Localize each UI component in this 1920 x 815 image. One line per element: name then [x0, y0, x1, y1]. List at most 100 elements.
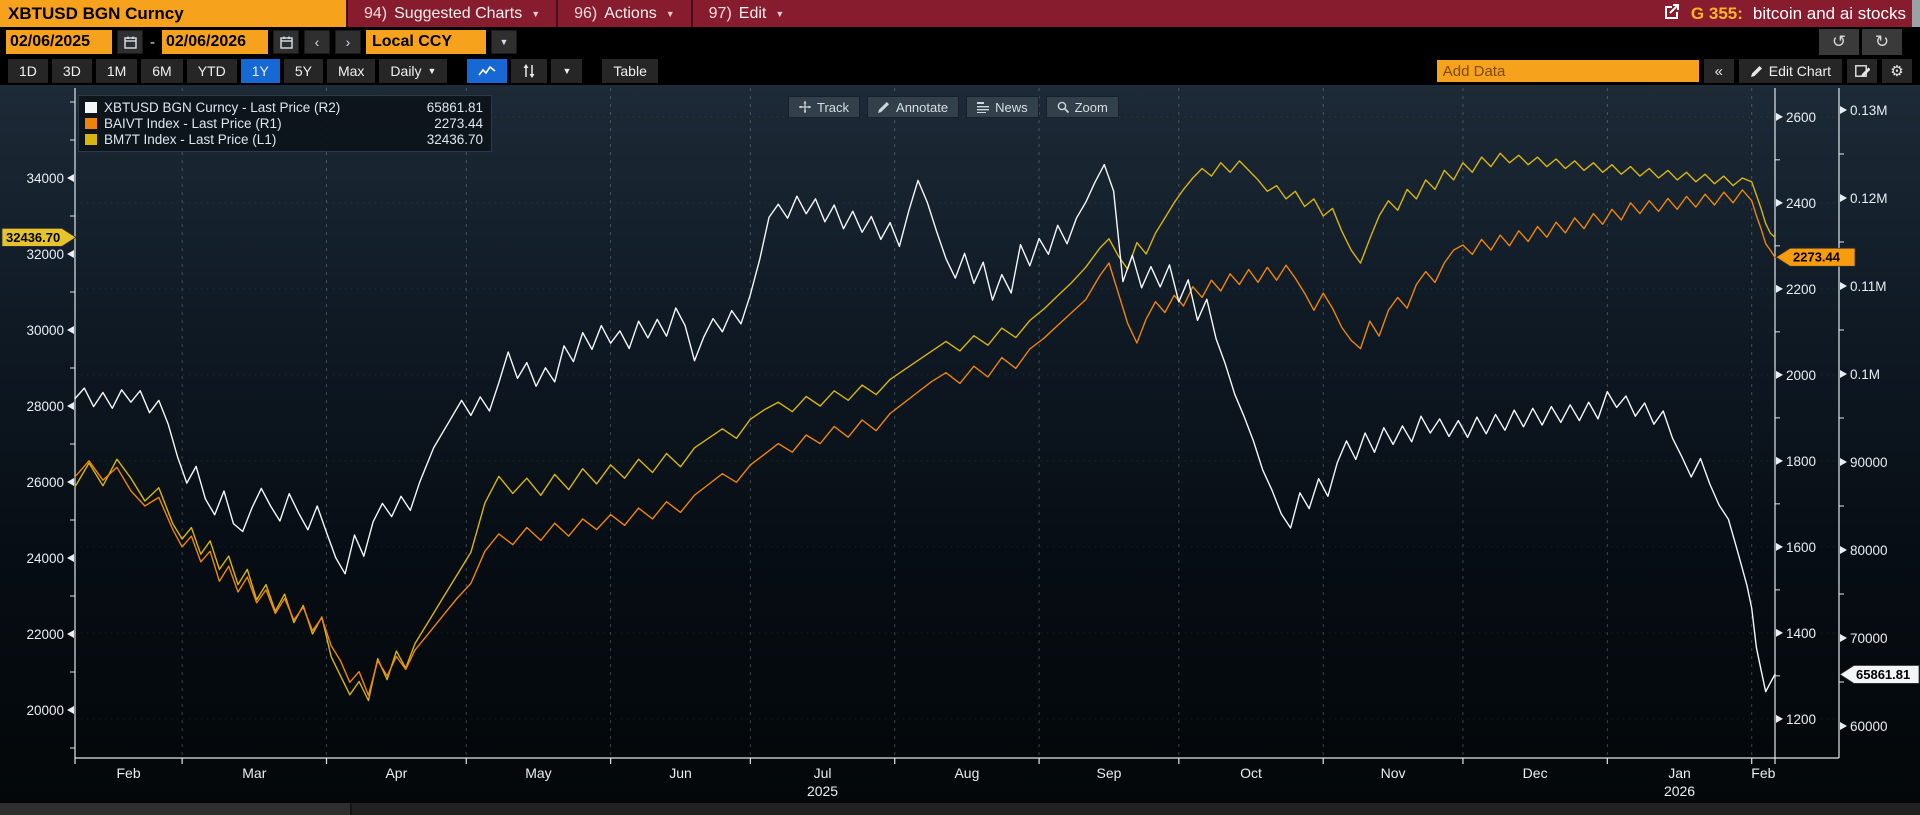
- svg-text:24000: 24000: [26, 551, 64, 566]
- legend-value: 65861.81: [427, 100, 483, 115]
- edit-chart-button[interactable]: Edit Chart: [1739, 59, 1842, 83]
- chart-ref-label: G 355:: [1691, 4, 1743, 24]
- track-crosshair-icon: [799, 101, 811, 113]
- legend-row-bm7t[interactable]: BM7T Index - Last Price (L1) 32436.70: [85, 131, 483, 147]
- calendar-icon: [124, 36, 137, 49]
- menu-suggested-charts[interactable]: 94) Suggested Charts ▼: [346, 0, 556, 27]
- r2-axis-labels: 0.13M0.12M0.11M0.1M90000800007000060000: [1839, 103, 1888, 734]
- zoom-button[interactable]: Zoom: [1046, 96, 1119, 118]
- track-label: Track: [817, 100, 849, 115]
- external-link-icon[interactable]: [1663, 2, 1681, 25]
- end-date-calendar-button[interactable]: [273, 30, 299, 54]
- news-button[interactable]: News: [966, 96, 1039, 118]
- menu-edit[interactable]: 97) Edit ▼: [691, 0, 801, 27]
- r2-last-price-tag: 65861.81: [1840, 665, 1919, 683]
- currency-field[interactable]: Local CCY: [366, 30, 486, 54]
- start-date-calendar-button[interactable]: [117, 30, 143, 54]
- axes: [75, 88, 1839, 758]
- range-button-3d[interactable]: 3D: [52, 59, 92, 83]
- l1-axis-labels: 3400032000300002800026000240002200020000: [26, 102, 75, 748]
- svg-text:0.1M: 0.1M: [1850, 367, 1880, 382]
- title-bar: XBTUSD BGN Curncy 94) Suggested Charts ▼…: [0, 0, 1920, 27]
- collapse-panel-button[interactable]: «: [1704, 59, 1734, 83]
- series-swatch: [85, 118, 97, 129]
- svg-text:Jun: Jun: [669, 765, 692, 781]
- chevron-down-icon: ▼: [775, 9, 784, 19]
- calendar-icon: [280, 36, 293, 49]
- menu-label: Edit: [739, 5, 767, 23]
- line-chart-icon: [478, 65, 496, 77]
- redo-icon: ↻: [1875, 32, 1889, 52]
- chevron-down-icon: ▼: [562, 66, 571, 76]
- next-period-button[interactable]: ›: [335, 30, 361, 54]
- svg-text:1800: 1800: [1786, 454, 1816, 469]
- undo-icon: ↺: [1832, 32, 1846, 52]
- menu-shortcut-number: 96): [574, 5, 597, 23]
- chart-style-bars-button[interactable]: [511, 59, 547, 83]
- svg-text:Feb: Feb: [116, 765, 140, 781]
- svg-text:1400: 1400: [1786, 626, 1816, 641]
- bloomberg-chart-window: 3400032000300002800026000240002200020000…: [0, 0, 1920, 815]
- range-button-ytd[interactable]: YTD: [187, 59, 237, 83]
- menu-label: Suggested Charts: [394, 5, 522, 23]
- l1-last-price-tag: 32436.70: [2, 228, 76, 246]
- security-field[interactable]: XBTUSD BGN Curncy: [0, 0, 346, 27]
- chart-type-dropdown-button[interactable]: ▼: [551, 59, 582, 83]
- range-button-6m[interactable]: 6M: [141, 59, 182, 83]
- magnifier-icon: [1057, 101, 1069, 113]
- gear-icon: ⚙: [1890, 62, 1903, 80]
- date-range-separator: -: [148, 34, 157, 51]
- annotate-button[interactable]: Annotate: [867, 96, 959, 118]
- legend-row-xbtusd[interactable]: XBTUSD BGN Curncy - Last Price (R2) 6586…: [85, 99, 483, 115]
- legend-panel: XBTUSD BGN Curncy - Last Price (R2) 6586…: [78, 95, 492, 152]
- period-label: Daily: [390, 63, 421, 79]
- chevron-down-icon: ▼: [531, 9, 540, 19]
- bottom-status-strip: [0, 803, 1920, 815]
- svg-text:20000: 20000: [26, 703, 64, 718]
- svg-text:2200: 2200: [1786, 282, 1816, 297]
- svg-text:80000: 80000: [1850, 543, 1888, 558]
- svg-text:28000: 28000: [26, 399, 64, 414]
- period-dropdown-button[interactable]: Daily ▼: [379, 59, 447, 83]
- svg-text:Dec: Dec: [1523, 765, 1548, 781]
- start-date-field[interactable]: [6, 30, 112, 54]
- svg-text:32000: 32000: [26, 247, 64, 262]
- range-button-1y[interactable]: 1Y: [241, 59, 280, 83]
- legend-label: BM7T Index - Last Price (L1): [104, 132, 420, 147]
- range-button-5y[interactable]: 5Y: [284, 59, 323, 83]
- svg-text:2273.44: 2273.44: [1793, 250, 1841, 265]
- track-button[interactable]: Track: [788, 96, 860, 118]
- scrollbar-thumb[interactable]: [1912, 0, 1920, 27]
- range-button-1m[interactable]: 1M: [96, 59, 137, 83]
- end-date-field[interactable]: [162, 30, 268, 54]
- add-data-input[interactable]: [1437, 60, 1699, 82]
- table-button[interactable]: Table: [602, 59, 657, 83]
- legend-label: XBTUSD BGN Curncy - Last Price (R2): [104, 100, 420, 115]
- svg-text:90000: 90000: [1850, 455, 1888, 470]
- range-button-max[interactable]: Max: [327, 59, 375, 83]
- chevron-down-icon: ▼: [666, 9, 675, 19]
- svg-text:Mar: Mar: [242, 765, 266, 781]
- settings-button[interactable]: ⚙: [1882, 59, 1912, 83]
- svg-text:Feb: Feb: [1751, 765, 1775, 781]
- svg-text:Apr: Apr: [385, 765, 407, 781]
- gridlines: [75, 88, 1839, 758]
- currency-dropdown-button[interactable]: ▼: [491, 30, 517, 54]
- redo-button[interactable]: ↻: [1862, 29, 1902, 55]
- svg-text:2400: 2400: [1786, 196, 1816, 211]
- series-line-l1: [75, 153, 1775, 700]
- chart-type-line-button[interactable]: [467, 59, 507, 83]
- undo-button[interactable]: ↺: [1819, 29, 1859, 55]
- menu-actions[interactable]: 96) Actions ▼: [556, 0, 691, 27]
- annotate-chart-button[interactable]: [1847, 59, 1877, 83]
- svg-text:32436.70: 32436.70: [6, 230, 60, 245]
- date-bar: - ‹ › Local CCY ▼ ↺ ↻: [0, 27, 1920, 57]
- chart-toolbar: 1D 3D 1M 6M YTD 1Y 5Y Max Daily ▼ ▼ Tabl…: [0, 57, 1920, 85]
- svg-text:2025: 2025: [807, 783, 838, 799]
- prev-period-button[interactable]: ‹: [304, 30, 330, 54]
- range-button-1d[interactable]: 1D: [8, 59, 48, 83]
- svg-text:1600: 1600: [1786, 540, 1816, 555]
- r1-axis-labels: 26002400220020001800160014001200: [1775, 110, 1816, 727]
- legend-row-baivt[interactable]: BAIVT Index - Last Price (R1) 2273.44: [85, 115, 483, 131]
- zoom-label: Zoom: [1075, 100, 1108, 115]
